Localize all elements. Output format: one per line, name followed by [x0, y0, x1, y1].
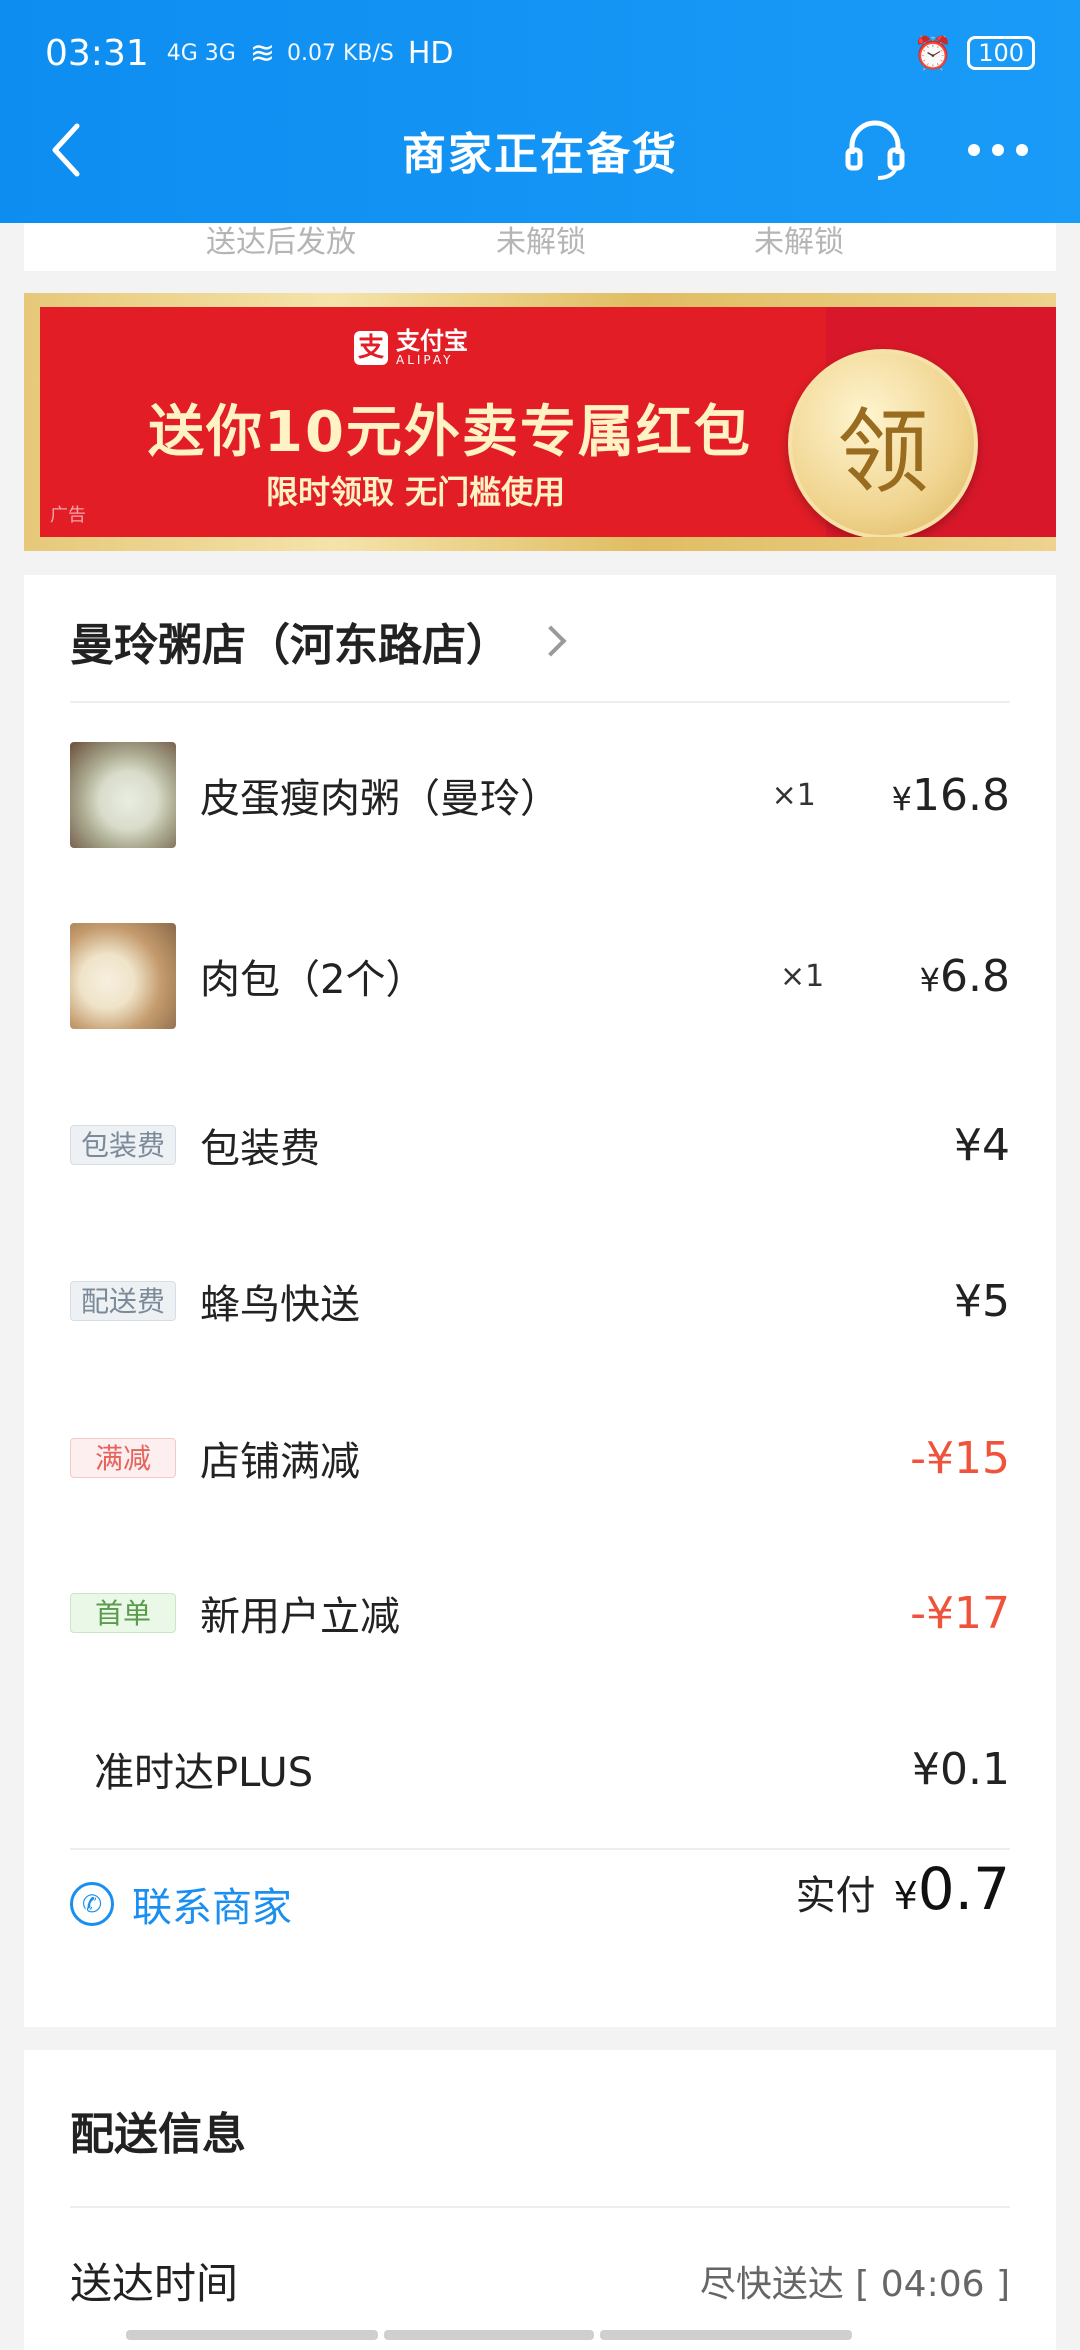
- fee-badge: 配送费: [70, 1281, 176, 1321]
- item-price-value: 6.8: [940, 950, 1010, 1002]
- status-bar: 03:31 4G 3G ≋ 0.07 KB/S HD ⏰ 100: [45, 28, 1035, 78]
- order-item[interactable]: 皮蛋瘦肉粥（曼玲） ×1 ¥16.8: [70, 742, 1010, 848]
- item-thumbnail: [70, 923, 176, 1029]
- alipay-icon: 支: [354, 331, 388, 365]
- item-thumbnail: [70, 742, 176, 848]
- fee-row: 满减 店铺满减 -¥15: [70, 1405, 1010, 1511]
- item-price: ¥16.8: [892, 770, 1010, 821]
- divider: [70, 2206, 1010, 2208]
- fee-name: 店铺满减: [200, 1439, 360, 1485]
- page-title: 商家正在备货: [402, 129, 678, 180]
- delivery-time-row: 送达时间 尽快送达 [ 04:06 ]: [70, 2250, 1010, 2311]
- status-time: 03:31: [45, 32, 149, 74]
- currency-symbol: ¥: [893, 1874, 918, 1918]
- paid-label: 实付: [795, 1873, 876, 1919]
- order-item[interactable]: 肉包（2个） ×1 ¥6.8: [70, 923, 1010, 1029]
- fee-badge: 包装费: [70, 1125, 176, 1165]
- reward-unlock-strip: 送达后发放 未解锁 未解锁: [24, 223, 1056, 271]
- item-price-value: 16.8: [912, 769, 1010, 821]
- plus-row: 准时达PLUS ¥0.1: [70, 1716, 1010, 1822]
- phone-icon: ✆: [70, 1882, 114, 1926]
- battery-indicator: 100: [967, 36, 1035, 70]
- fee-row: 首单 新用户立减 -¥17: [70, 1560, 1010, 1666]
- shop-name-link[interactable]: 曼玲粥店（河东路店）: [70, 609, 567, 673]
- alipay-brand: 支付宝: [396, 327, 468, 355]
- hd-indicator: HD: [407, 35, 454, 71]
- fee-price: ¥4: [954, 1119, 1010, 1171]
- alipay-brand-sub: ALIPAY: [396, 353, 454, 367]
- signal-icon: 4G 3G: [166, 40, 236, 66]
- ad-headline: 送你10元外卖专属红包: [148, 400, 752, 465]
- fee-badge: 满减: [70, 1438, 176, 1478]
- ad-subline: 限时领取 无门槛使用: [266, 473, 566, 511]
- alipay-logo: 支 支付宝 ALIPAY: [354, 329, 468, 367]
- delivery-time-label: 送达时间: [70, 2259, 239, 2308]
- contact-merchant-button[interactable]: ✆ 联系商家: [70, 1875, 292, 1933]
- plus-price: ¥0.1: [912, 1743, 1010, 1795]
- divider: [70, 701, 1010, 703]
- customer-service-icon[interactable]: [840, 114, 910, 184]
- wifi-icon: ≋: [249, 35, 275, 71]
- fee-row: 配送费 蜂鸟快送 ¥5: [70, 1248, 1010, 1354]
- unlock-item: 送达后发放: [206, 225, 356, 260]
- discount-price: -¥15: [910, 1432, 1010, 1484]
- order-card: 曼玲粥店（河东路店） 皮蛋瘦肉粥（曼玲） ×1 ¥16.8 肉包（2个） ×1 …: [24, 575, 1056, 2027]
- fee-badge: 首单: [70, 1593, 176, 1633]
- divider: [70, 1848, 1010, 1850]
- bottom-handle: [126, 2330, 852, 2340]
- unlock-item: 未解锁: [496, 225, 586, 260]
- alipay-red-packet-banner[interactable]: 支 支付宝 ALIPAY 送你10元外卖专属红包 限时领取 无门槛使用 广告 领: [24, 293, 1056, 551]
- contact-merchant-label: 联系商家: [132, 1885, 292, 1931]
- delivery-time-value: 尽快送达 [ 04:06 ]: [699, 2263, 1010, 2305]
- plus-name: 准时达PLUS: [94, 1750, 314, 1796]
- fee-row: 包装费 包装费 ¥4: [70, 1092, 1010, 1198]
- nav-bar: 商家正在备货: [0, 112, 1080, 192]
- discount-price: -¥17: [910, 1587, 1010, 1639]
- more-icon[interactable]: [966, 140, 1030, 160]
- item-qty: ×1: [771, 777, 816, 813]
- paid-amount: ¥0.7: [894, 1855, 1010, 1923]
- shop-name: 曼玲粥店（河东路店）: [70, 620, 510, 671]
- delivery-title: 配送信息: [70, 2109, 246, 2160]
- paid-total: 实付 ¥0.7: [796, 1855, 1010, 1923]
- fee-name: 蜂鸟快送: [200, 1282, 360, 1328]
- unlock-item: 未解锁: [754, 225, 844, 260]
- item-name: 皮蛋瘦肉粥（曼玲）: [200, 776, 560, 822]
- top-bar: 03:31 4G 3G ≋ 0.07 KB/S HD ⏰ 100 商家正在备货: [0, 0, 1080, 223]
- fee-name: 包装费: [200, 1126, 320, 1172]
- currency-symbol: ¥: [919, 960, 941, 999]
- item-price: ¥6.8: [900, 951, 1010, 1002]
- chevron-right-icon: [535, 625, 567, 657]
- delivery-card: 配送信息 送达时间 尽快送达 [ 04:06 ]: [24, 2050, 1056, 2350]
- fee-name: 新用户立减: [200, 1594, 400, 1640]
- fee-price: ¥5: [954, 1275, 1010, 1327]
- claim-coin-button[interactable]: 领: [788, 349, 978, 537]
- item-qty: ×1: [780, 958, 825, 994]
- alarm-icon: ⏰: [913, 34, 954, 72]
- paid-value: 0.7: [917, 1855, 1010, 1923]
- net-speed: 0.07 KB/S: [286, 40, 394, 66]
- ad-tag: 广告: [50, 505, 86, 526]
- currency-symbol: ¥: [891, 779, 913, 818]
- item-name: 肉包（2个）: [200, 957, 426, 1003]
